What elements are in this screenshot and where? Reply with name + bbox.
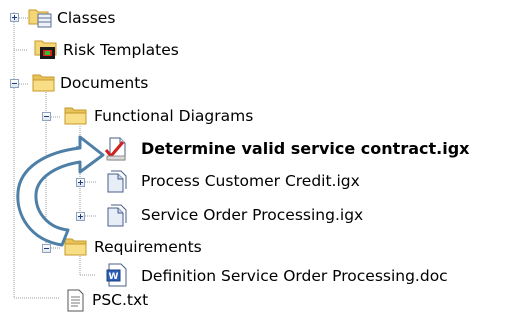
tree-item-label: Service Order Processing.igx (141, 206, 364, 224)
expand-icon[interactable] (76, 212, 85, 221)
collapse-icon[interactable] (42, 112, 51, 121)
tree-item-label: Classes (57, 9, 116, 27)
diagram-checked-icon (104, 137, 126, 161)
tree-item-label: Requirements (94, 238, 202, 256)
tree-item-determine-valid-service-contract[interactable]: Determine valid service contract.igx (0, 134, 510, 164)
word-document-icon: W (106, 263, 127, 287)
diagram-icon (107, 170, 127, 193)
tree-item-requirements[interactable]: Requirements (0, 232, 260, 262)
tree-item-definition-service-order-processing[interactable]: W Definition Service Order Processing.do… (0, 260, 510, 290)
folder-open-icon (64, 107, 87, 125)
collapse-icon[interactable] (42, 244, 51, 253)
collapse-icon[interactable] (10, 79, 19, 88)
expand-icon[interactable] (76, 146, 85, 155)
svg-text:W: W (109, 272, 119, 282)
tree-item-label: Determine valid service contract.igx (141, 139, 470, 158)
text-file-icon (67, 289, 84, 312)
tree-item-label: Functional Diagrams (94, 107, 254, 125)
tree-item-label: Risk Templates (63, 41, 179, 59)
tree-item-psc-txt[interactable]: PSC.txt (0, 287, 200, 317)
expand-icon[interactable] (10, 13, 19, 22)
risk-template-icon (34, 40, 57, 59)
folder-class-icon (28, 9, 52, 28)
tree-item-label: Documents (60, 74, 149, 92)
tree-item-service-order-processing[interactable]: Service Order Processing.igx (0, 200, 420, 230)
project-tree: Classes Risk Templates Documents Functio… (0, 0, 510, 319)
folder-open-icon (64, 238, 87, 256)
tree-item-label: Definition Service Order Processing.doc (141, 267, 448, 285)
tree-item-risk-templates[interactable]: Risk Templates (0, 35, 240, 65)
expand-icon[interactable] (76, 178, 85, 187)
diagram-icon (107, 204, 127, 227)
folder-open-icon (32, 74, 55, 92)
tree-item-documents[interactable]: Documents (0, 68, 220, 98)
tree-item-label: PSC.txt (92, 291, 149, 309)
tree-item-process-customer-credit[interactable]: Process Customer Credit.igx (0, 166, 420, 196)
tree-item-classes[interactable]: Classes (0, 3, 200, 33)
tree-item-functional-diagrams[interactable]: Functional Diagrams (0, 101, 300, 131)
tree-item-label: Process Customer Credit.igx (141, 172, 360, 190)
